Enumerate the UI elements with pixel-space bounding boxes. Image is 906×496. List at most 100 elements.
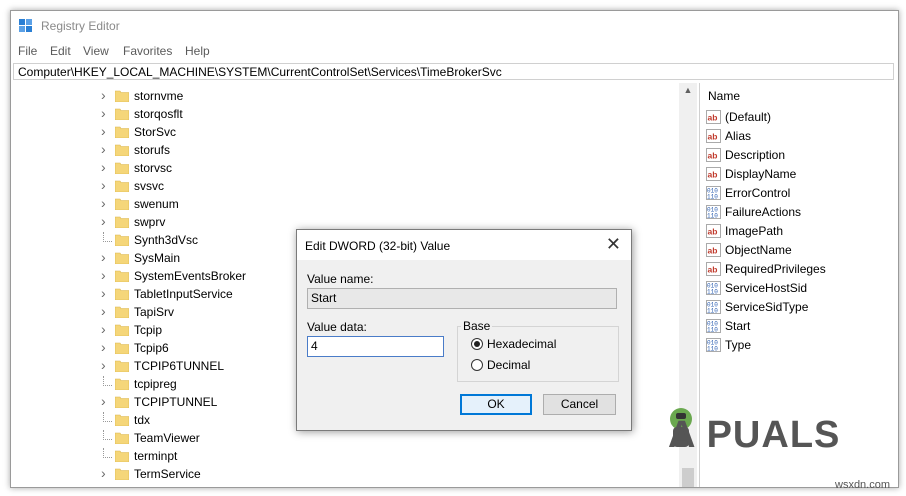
scroll-up-arrow-icon[interactable]: ▲ [679,85,697,99]
menu-favorites[interactable]: Favorites [123,44,172,58]
ok-button[interactable]: OK [460,394,532,415]
expand-chevron-icon[interactable]: › [101,357,106,373]
expand-chevron-icon[interactable]: › [101,213,106,229]
tree-item[interactable]: › storvsc [13,159,673,178]
expand-chevron-icon[interactable]: › [101,87,106,103]
tree-item[interactable]: › swenum [13,195,673,214]
tree-item-label: terminpt [134,449,178,463]
value-name-label: RequiredPrivileges [725,262,826,276]
tree-connector [103,448,112,458]
value-name-label: DisplayName [725,167,797,181]
folder-icon [115,144,129,156]
folder-icon [115,378,129,390]
tree-item-label: stornvme [134,89,184,103]
base-groupbox [457,326,619,382]
appuals-logo-text: A PUALS [668,414,841,456]
tree-item[interactable]: › svsvc [13,177,673,196]
decimal-radio[interactable] [471,359,483,371]
expand-chevron-icon[interactable]: › [101,303,106,319]
expand-chevron-icon[interactable]: › [101,159,106,175]
registry-editor-icon [19,19,32,32]
svg-text:110: 110 [707,194,718,201]
close-icon[interactable]: ✕ [606,235,621,253]
folder-icon [115,432,129,444]
svg-text:110: 110 [707,346,718,353]
tree-item-label: svsvc [134,179,164,193]
folder-icon [115,288,129,300]
tree-connector [103,412,112,422]
value-name-field: Start [307,288,617,309]
folder-icon [115,360,129,372]
folder-icon [115,468,129,480]
string-value-icon: ab [706,110,721,124]
svg-text:ab: ab [708,265,718,275]
expand-chevron-icon[interactable]: › [101,285,106,301]
folder-icon [115,252,129,264]
binary-value-icon: 010110 [706,319,721,333]
expand-chevron-icon[interactable]: › [101,321,106,337]
tree-item[interactable]: terminpt [13,448,673,466]
expand-chevron-icon[interactable]: › [101,267,106,283]
tree-item-label: tcpipreg [134,377,177,391]
tree-connector [103,376,112,386]
radio-selected-dot [474,341,480,347]
expand-chevron-icon[interactable]: › [101,141,106,157]
tree-item-label: storvsc [134,161,173,175]
hexadecimal-label[interactable]: Hexadecimal [487,337,556,351]
value-data-input[interactable]: 4 [307,336,444,357]
tree-item-label: StorSvc [134,125,177,139]
folder-icon [115,450,129,462]
folder-icon [115,126,129,138]
menu-file[interactable]: File [18,44,37,58]
tree-item-label: TermService [134,467,201,481]
string-value-icon: ab [706,167,721,181]
tree-item-label: Synth3dVsc [134,233,199,247]
value-name-label: Start [725,319,751,333]
tree-item[interactable]: › StorSvc [13,123,673,142]
svg-text:110: 110 [707,308,718,315]
expand-chevron-icon[interactable]: › [101,339,106,355]
value-name-label: ServiceSidType [725,300,809,314]
decimal-label[interactable]: Decimal [487,358,530,372]
folder-icon [115,324,129,336]
expand-chevron-icon[interactable]: › [101,249,106,265]
menu-view[interactable]: View [83,44,109,58]
svg-text:ab: ab [708,246,718,256]
expand-chevron-icon[interactable]: › [101,195,106,211]
folder-icon [115,270,129,282]
value-name-label: ObjectName [725,243,792,257]
address-bar[interactable]: Computer\HKEY_LOCAL_MACHINE\SYSTEM\Curre… [13,63,894,80]
tree-item[interactable]: TeamViewer [13,430,673,448]
svg-text:110: 110 [707,213,718,220]
tree-item[interactable]: › storufs [13,141,673,160]
string-value-icon: ab [706,243,721,257]
value-name-label: FailureActions [725,205,802,219]
menu-edit[interactable]: Edit [50,44,71,58]
scroll-thumb[interactable] [682,468,694,487]
menu-help[interactable]: Help [185,44,210,58]
expand-chevron-icon[interactable]: › [101,177,106,193]
binary-value-icon: 010110 [706,205,721,219]
folder-icon [115,198,129,210]
hexadecimal-radio[interactable] [471,338,483,350]
svg-text:ab: ab [708,227,718,237]
tree-item[interactable]: › TermService [13,465,673,484]
string-value-icon: ab [706,129,721,143]
string-value-icon: ab [706,148,721,162]
svg-text:ab: ab [708,113,718,123]
expand-chevron-icon[interactable]: › [101,393,106,409]
column-header-name[interactable]: Name [708,89,740,103]
tree-item[interactable]: › stornvme [13,87,673,106]
expand-chevron-icon[interactable]: › [101,465,106,481]
cancel-button[interactable]: Cancel [543,394,616,415]
tree-item-label: storqosflt [134,107,183,121]
value-name-label: Alias [725,129,752,143]
tree-item-label: TCPIPTUNNEL [134,395,218,409]
value-name-label: ImagePath [725,224,784,238]
expand-chevron-icon[interactable]: › [101,123,106,139]
svg-text:ab: ab [708,170,718,180]
expand-chevron-icon[interactable]: › [101,105,106,121]
tree-item[interactable]: › storqosflt [13,105,673,124]
folder-icon [115,180,129,192]
value-name-label: ErrorControl [725,186,791,200]
